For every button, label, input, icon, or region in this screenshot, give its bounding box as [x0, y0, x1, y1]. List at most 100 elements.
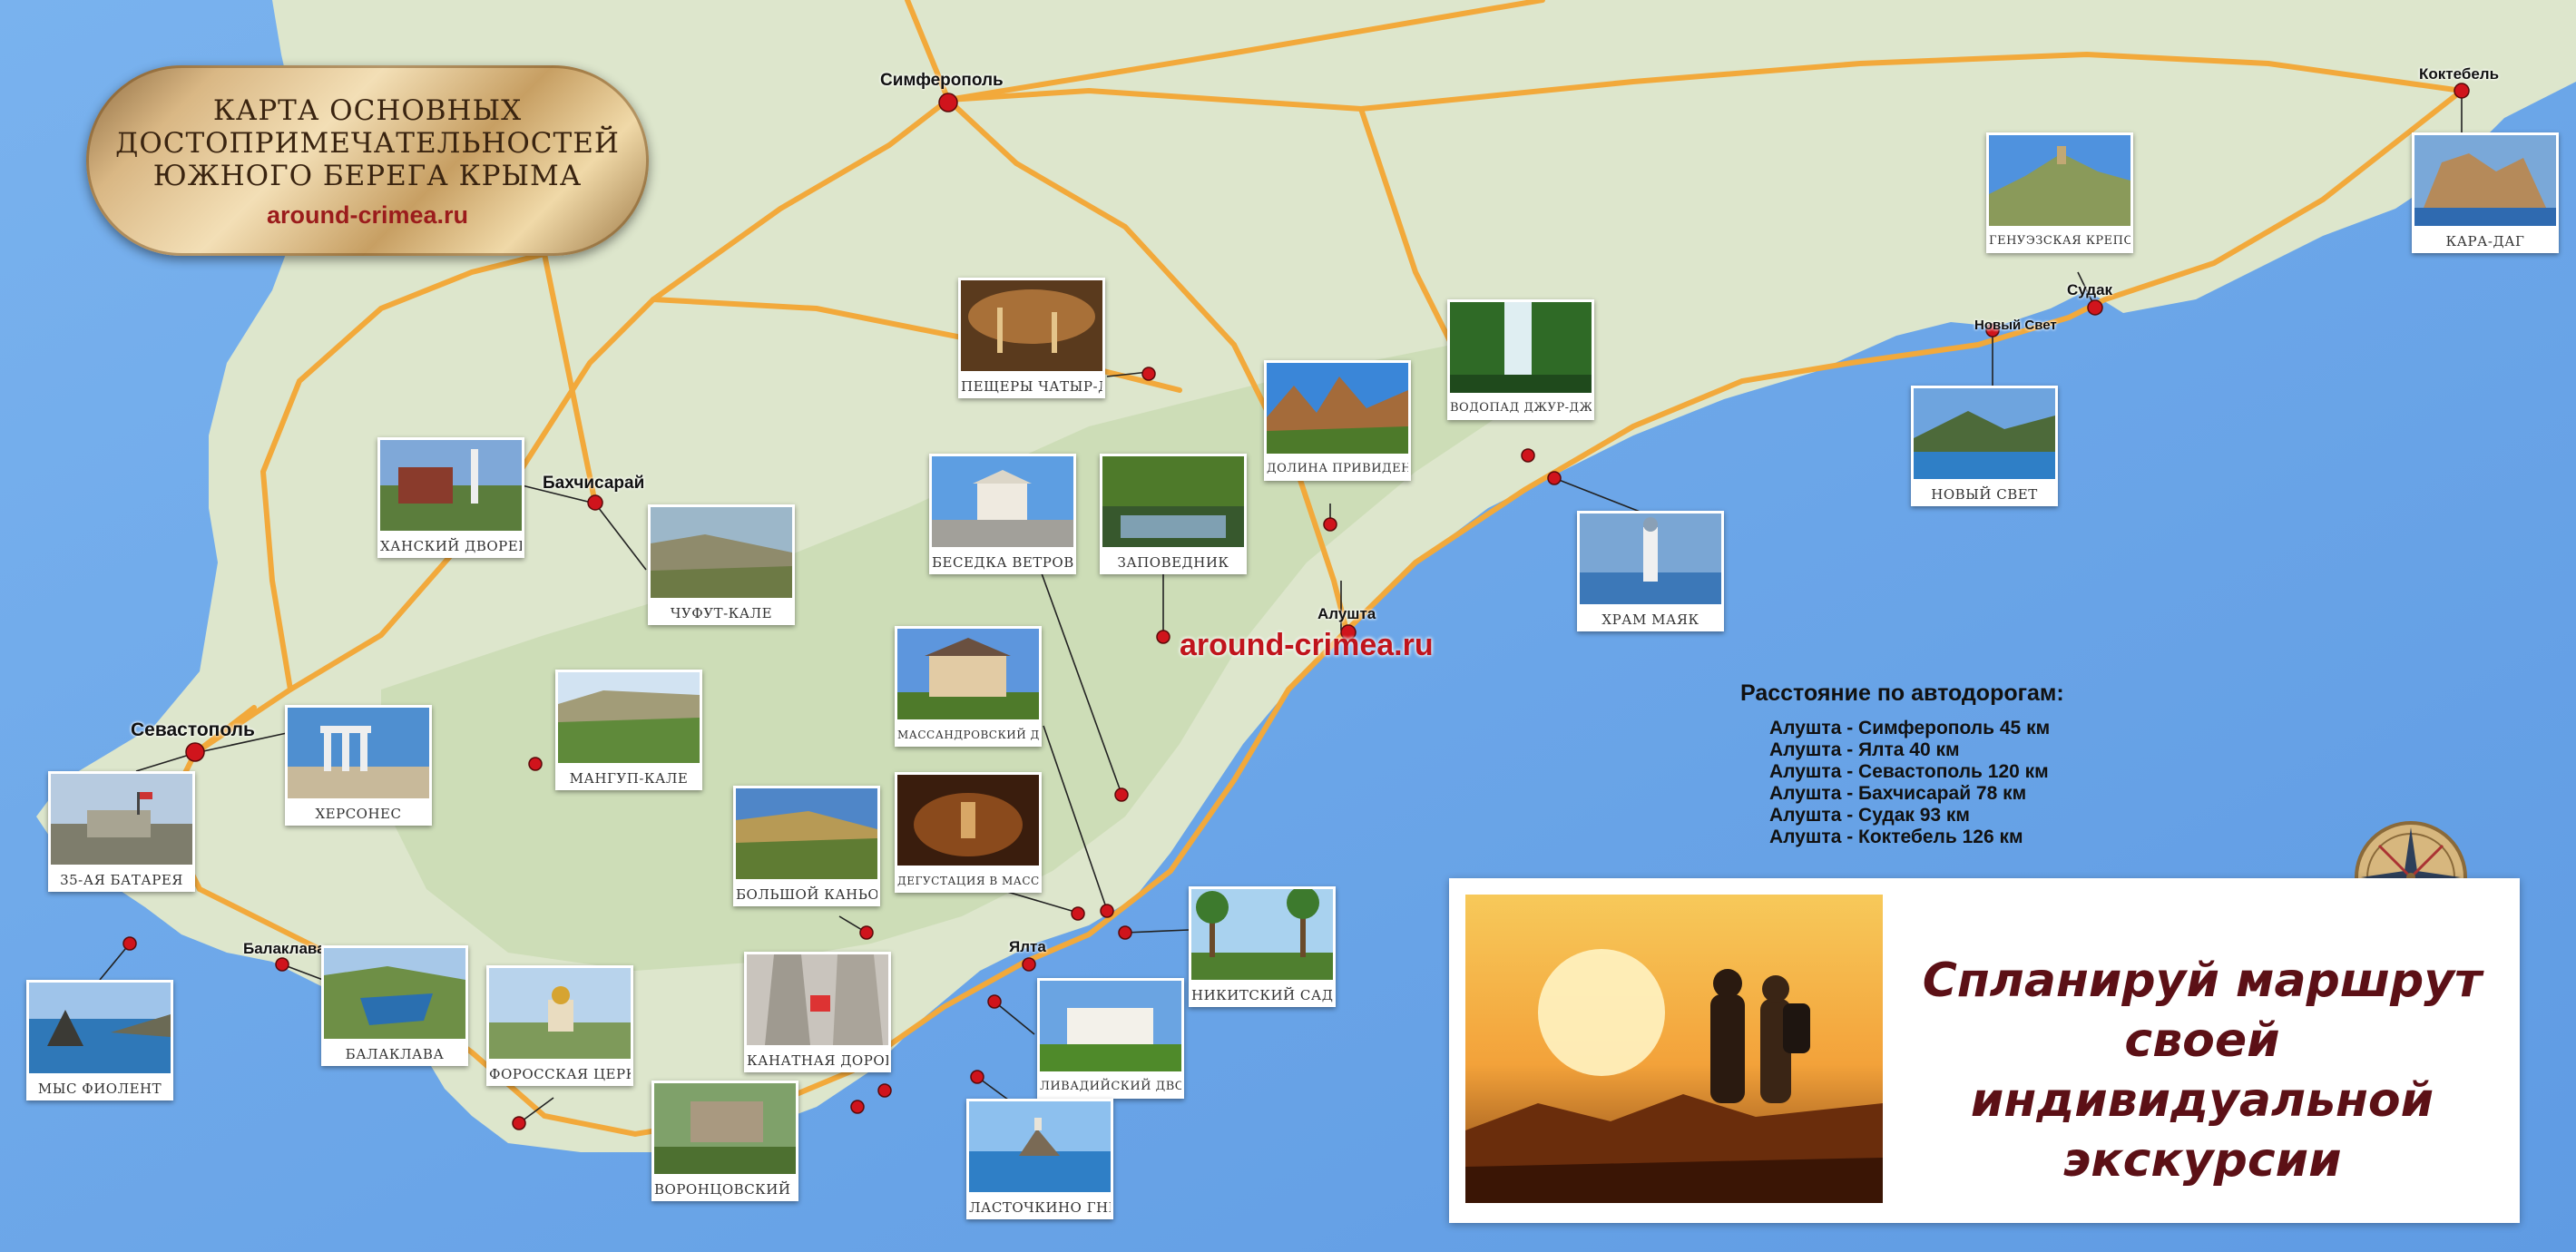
distance-row: Алушта - Коктебель 126 км [1769, 827, 2023, 847]
photo-big-canyon [736, 788, 877, 879]
card-swallow[interactable]: ЛАСТОЧКИНО ГНЕЗДО [966, 1099, 1113, 1219]
caption-besedka: БЕСЕДКА ВЕТРОВ [932, 554, 1073, 571]
marker-yalta [1022, 957, 1036, 972]
card-dzhur-dzhur[interactable]: ВОДОПАД ДЖУР-ДЖУР [1447, 299, 1594, 420]
caption-livadia: ЛИВАДИЙСКИЙ ДВОРЕЦ [1040, 1080, 1181, 1093]
card-kara-dag[interactable]: КАРА-ДАГ [2412, 132, 2559, 253]
crimea-map: КАРТА ОСНОВНЫХ ДОСТОПРИМЕЧАТЕЛЬНОСТЕЙ ЮЖ… [0, 0, 2576, 1252]
caption-noviy-svet: НОВЫЙ СВЕТ [1931, 486, 2038, 503]
city-sevastopol: Севастополь [131, 719, 255, 740]
caption-chersonesus: ХЕРСОНЕС [315, 806, 402, 822]
marker-ghosts-valley [1323, 517, 1337, 532]
card-lighthouse-church[interactable]: ХРАМ МАЯК [1577, 511, 1724, 631]
photo-zapovednik [1102, 456, 1244, 547]
card-chufut-kale[interactable]: ЧУФУТ-КАЛЕ [648, 504, 795, 625]
caption-genoese: ГЕНУЭЗСКАЯ КРЕПОСТЬ [1989, 234, 2130, 248]
distances-heading: Расстояние по автодорогам: [1740, 680, 2064, 706]
promo-banner[interactable]: Спланируй маршрут своей индивидуальной э… [1449, 878, 2520, 1223]
marker-lighthouse [1547, 471, 1562, 485]
title-site-link[interactable]: around-crimea.ru [86, 201, 649, 230]
marker-big-canyon [859, 925, 874, 940]
city-koktebel: Коктебель [2419, 65, 2500, 83]
card-zapovednik[interactable]: ЗАПОВЕДНИК [1100, 454, 1247, 574]
caption-fiolent: МЫС ФИОЛЕНТ [37, 1081, 162, 1097]
photo-chatyr-dag [961, 280, 1102, 371]
caption-swallow: ЛАСТОЧКИНО ГНЕЗДО [969, 1199, 1111, 1216]
card-livadia[interactable]: ЛИВАДИЙСКИЙ ДВОРЕЦ [1037, 978, 1184, 1099]
card-massandra-tasting[interactable]: ДЕГУСТАЦИЯ В МАССАНДРЕ [895, 772, 1042, 893]
caption-khan-palace: ХАНСКИЙ ДВОРЕЦ [380, 538, 522, 554]
card-chatyr-dag[interactable]: ПЕЩЕРЫ ЧАТЫР-ДАГА [958, 278, 1105, 398]
caption-ghosts-valley: ДОЛИНА ПРИВИДЕНИЙ [1267, 462, 1408, 475]
caption-big-canyon: БОЛЬШОЙ КАНЬОН [736, 886, 877, 903]
photo-livadia [1040, 981, 1181, 1071]
marker-foros [512, 1116, 526, 1130]
photo-fiolent [29, 983, 171, 1073]
card-chersonesus[interactable]: ХЕРСОНЕС [285, 705, 432, 826]
card-35-battery[interactable]: 35-АЯ БАТАРЕЯ [48, 771, 195, 892]
promo-line-2: своей [2124, 1013, 2280, 1068]
card-genoese[interactable]: ГЕНУЭЗСКАЯ КРЕПОСТЬ [1986, 132, 2133, 253]
distance-row: Алушта - Симферополь 45 км [1769, 718, 2051, 738]
photo-balaklava [324, 948, 465, 1039]
marker-chatyr-dag [1141, 367, 1156, 381]
card-nikitsky[interactable]: НИКИТСКИЙ САД [1189, 886, 1336, 1007]
marker-sudak [2087, 299, 2103, 316]
marker-mangup [528, 757, 543, 771]
card-khan-palace[interactable]: ХАНСКИЙ ДВОРЕЦ [377, 437, 524, 558]
marker-simferopol [938, 93, 958, 112]
photo-dzhur-dzhur [1450, 302, 1592, 393]
marker-nikitsky [1118, 925, 1132, 940]
photo-massandra-palace [897, 629, 1039, 719]
photo-swallow [969, 1101, 1111, 1192]
marker-livadia [987, 994, 1002, 1009]
distance-row: Алушта - Ялта 40 км [1769, 739, 1960, 760]
card-vorontsov[interactable]: ВОРОНЦОВСКИЙ ДВОРЕЦ [651, 1081, 798, 1201]
distance-row: Алушта - Судак 93 км [1769, 805, 1970, 826]
card-noviy-svet[interactable]: НОВЫЙ СВЕТ [1911, 386, 2058, 506]
city-noviy-svet: Новый Свет [1974, 318, 2057, 333]
caption-massandra-palace: МАССАНДРОВСКИЙ ДВОРЕЦ [897, 729, 1039, 741]
promo-line-1: Спланируй маршрут [1922, 954, 2483, 1008]
distances-panel: Расстояние по автодорогам: Алушта - Симф… [1740, 680, 2064, 848]
photo-noviy-svet [1914, 388, 2055, 479]
caption-35-battery: 35-АЯ БАТАРЕЯ [60, 872, 183, 888]
caption-kara-dag: КАРА-ДАГ [2445, 233, 2525, 249]
card-mangup[interactable]: МАНГУП-КАЛЕ [555, 670, 702, 790]
card-balaklava[interactable]: БАЛАКЛАВА [321, 945, 468, 1066]
photo-mangup [558, 672, 700, 763]
card-massandra-palace[interactable]: МАССАНДРОВСКИЙ ДВОРЕЦ [895, 626, 1042, 747]
photo-vorontsov [654, 1083, 796, 1174]
title-plaque: КАРТА ОСНОВНЫХ ДОСТОПРИМЕЧАТЕЛЬНОСТЕЙ ЮЖ… [86, 65, 649, 256]
marker-massandra-tasting [1071, 906, 1085, 921]
photo-kara-dag [2414, 135, 2556, 226]
promo-photo-hikers [1465, 895, 1883, 1203]
photo-besedka [932, 456, 1073, 547]
promo-line-3: индивидуальной экскурсии [1970, 1073, 2434, 1188]
city-balaklava: Балаклава [243, 940, 326, 957]
marker-cable-car [877, 1083, 892, 1098]
card-ghosts-valley[interactable]: ДОЛИНА ПРИВИДЕНИЙ [1264, 360, 1411, 481]
photo-foros [489, 968, 631, 1059]
card-big-canyon[interactable]: БОЛЬШОЙ КАНЬОН [733, 786, 880, 906]
caption-zapovednik: ЗАПОВЕДНИК [1117, 554, 1229, 571]
caption-mangup: МАНГУП-КАЛЕ [569, 770, 689, 787]
marker-bakhchisaray [587, 494, 603, 511]
photo-chufut-kale [651, 507, 792, 598]
marker-sevastopol [185, 742, 205, 762]
caption-foros: ФОРОССКАЯ ЦЕРКОВЬ [489, 1066, 631, 1082]
city-simferopol: Симферополь [880, 71, 1004, 90]
promo-text: Спланируй маршрут своей индивидуальной э… [1885, 951, 2520, 1190]
card-foros[interactable]: ФОРОССКАЯ ЦЕРКОВЬ [486, 965, 633, 1086]
photo-genoese [1989, 135, 2130, 226]
caption-vorontsov: ВОРОНЦОВСКИЙ ДВОРЕЦ [654, 1181, 796, 1198]
marker-fiolent [122, 936, 137, 951]
marker-zapovednik [1156, 630, 1170, 644]
photo-chersonesus [288, 708, 429, 798]
card-cable-car[interactable]: КАНАТНАЯ ДОРОГА [744, 952, 891, 1072]
caption-chatyr-dag: ПЕЩЕРЫ ЧАТЫР-ДАГА [961, 378, 1102, 395]
card-fiolent[interactable]: МЫС ФИОЛЕНТ [26, 980, 173, 1100]
title-line-1: КАРТА ОСНОВНЫХ [212, 94, 523, 127]
card-besedka[interactable]: БЕСЕДКА ВЕТРОВ [929, 454, 1076, 574]
city-yalta: Ялта [1009, 938, 1046, 955]
